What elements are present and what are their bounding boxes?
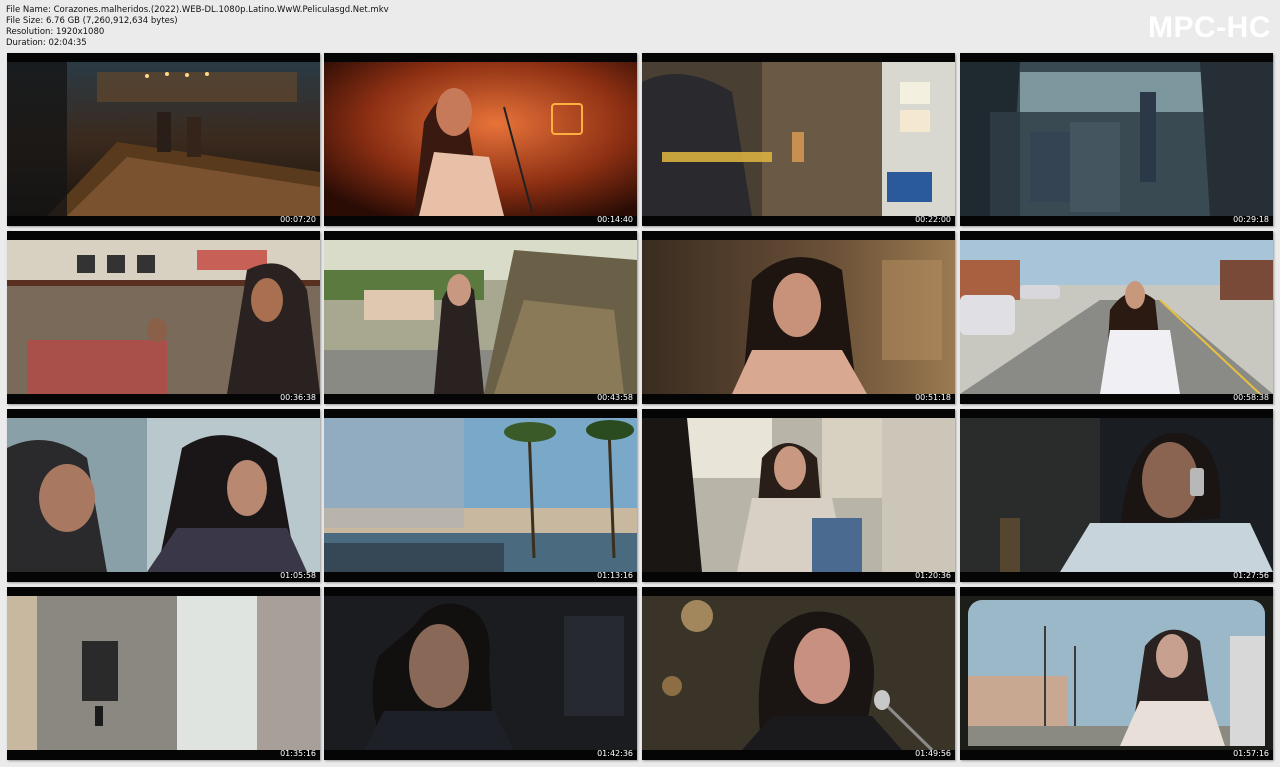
thumbnail-image — [960, 418, 1273, 572]
thumbnail-image — [642, 62, 955, 216]
timestamp: 00:43:58 — [597, 393, 633, 402]
thumbnail-image — [960, 62, 1273, 216]
thumbnail-frame[interactable]: 00:36:38 — [7, 231, 320, 404]
thumbnail-image — [642, 418, 955, 572]
thumbnail-image — [324, 240, 637, 394]
thumbnail-image — [324, 418, 637, 572]
timestamp: 00:29:18 — [1233, 215, 1269, 224]
thumbnail-frame[interactable]: 00:14:40 — [324, 53, 637, 226]
timestamp: 00:58:38 — [1233, 393, 1269, 402]
thumbnail-frame[interactable]: 01:13:16 — [324, 409, 637, 582]
thumbnail-frame[interactable]: 01:20:36 — [642, 409, 955, 582]
thumbnail-image — [960, 596, 1273, 750]
thumbnail-frame[interactable]: 01:42:36 — [324, 587, 637, 760]
thumbnail-frame[interactable]: 00:07:20 — [7, 53, 320, 226]
thumbnail-frame[interactable]: 00:22:00 — [642, 53, 955, 226]
timestamp: 00:22:00 — [915, 215, 951, 224]
timestamp: 01:20:36 — [915, 571, 951, 580]
thumbnail-frame[interactable]: 00:43:58 — [324, 231, 637, 404]
timestamp: 01:35:16 — [280, 749, 316, 758]
thumbnail-image — [7, 596, 320, 750]
timestamp: 01:05:58 — [280, 571, 316, 580]
thumbnail-image — [324, 62, 637, 216]
thumbnail-frame[interactable]: 00:51:18 — [642, 231, 955, 404]
thumbnail-image — [324, 596, 637, 750]
thumbnail-frame[interactable]: 00:58:38 — [960, 231, 1273, 404]
thumbnail-frame[interactable]: 01:57:16 — [960, 587, 1273, 760]
thumbnail-image — [7, 62, 320, 216]
thumbnail-image — [7, 418, 320, 572]
thumbnail-image — [642, 596, 955, 750]
thumbnail-frame[interactable]: 00:29:18 — [960, 53, 1273, 226]
timestamp: 00:36:38 — [280, 393, 316, 402]
thumbnail-frame[interactable]: 01:49:56 — [642, 587, 955, 760]
timestamp: 01:13:16 — [597, 571, 633, 580]
timestamp: 01:57:16 — [1233, 749, 1269, 758]
timestamp: 00:51:18 — [915, 393, 951, 402]
timestamp: 01:49:56 — [915, 749, 951, 758]
timestamp: 00:14:40 — [597, 215, 633, 224]
thumbnail-frame[interactable]: 01:35:16 — [7, 587, 320, 760]
thumbnail-frame[interactable]: 01:27:56 — [960, 409, 1273, 582]
thumbnail-image — [7, 240, 320, 394]
timestamp: 00:07:20 — [280, 215, 316, 224]
thumbnail-frame[interactable]: 01:05:58 — [7, 409, 320, 582]
timestamp: 01:42:36 — [597, 749, 633, 758]
thumbnail-image — [960, 240, 1273, 394]
thumbnail-grid: 00:07:20 00:14:40 00:22:00 00:29:18 00:3… — [0, 0, 1280, 767]
thumbnail-image — [642, 240, 955, 394]
timestamp: 01:27:56 — [1233, 571, 1269, 580]
